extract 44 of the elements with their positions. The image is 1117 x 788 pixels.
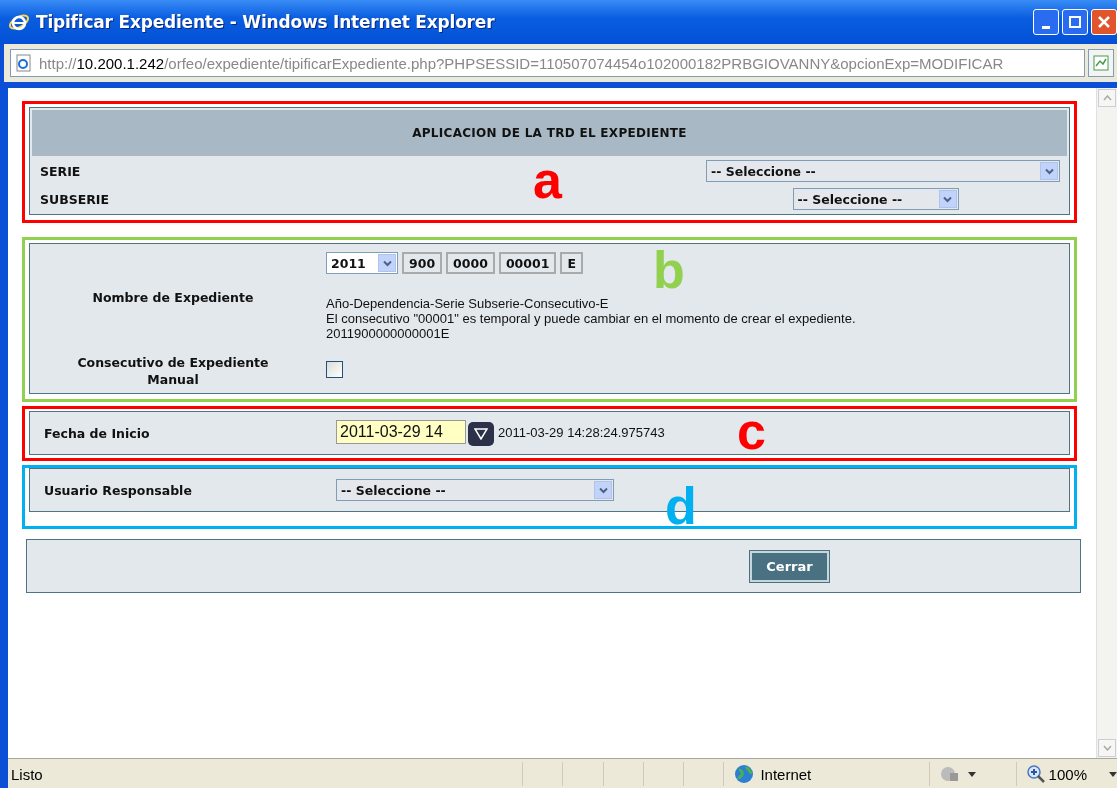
caret-icon: [943, 195, 952, 203]
lock-icon: [940, 765, 961, 783]
select-dropdown[interactable]: -- Seleccione --: [792, 188, 959, 210]
code-field[interactable]: 0000: [446, 252, 495, 274]
scroll-down-icon[interactable]: [1098, 739, 1116, 757]
timestamp-text: 2011-03-29 14:28:24.975743: [498, 425, 665, 441]
maximize-button[interactable]: [1062, 9, 1088, 35]
select-dropdown[interactable]: -- Seleccione --: [706, 160, 1060, 182]
year-select[interactable]: 2011: [326, 252, 398, 274]
caret-icon: [1044, 167, 1054, 175]
dropdown-arrow-icon: [968, 771, 977, 777]
expediente-code: 2011900000000001E: [326, 326, 451, 341]
close-icon: [1098, 16, 1110, 28]
code-field[interactable]: 900: [402, 252, 443, 274]
format-hint: Año-Dependencia-Serie Subserie-Consecutivo-E: [326, 296, 610, 311]
maximize-icon: [1069, 16, 1081, 28]
dropdown-arrow-icon: [1109, 771, 1117, 777]
window-title: Tipificar Expediente - Windows Internet Explorer: [36, 12, 496, 32]
annotation-letter: c: [737, 405, 766, 457]
close-button[interactable]: [1091, 9, 1117, 35]
caret-icon: [382, 259, 392, 267]
code-field[interactable]: 00001: [498, 252, 557, 274]
section-heading: APLICACION DE LA TRD EL EXPEDIENTE: [32, 110, 1067, 156]
annotation-letter: b: [653, 244, 685, 296]
date-field[interactable]: 2011-03-29 14: [336, 420, 466, 445]
triangle-icon: [474, 427, 488, 440]
address-field[interactable]: http://10.200.1.242/orfeo/expediente/tipificarExpediente.php?PHPSESSID=110507074454o102000182PRBGIOVANNY&opcionExp=MODIFICAR: [10, 49, 1085, 77]
user-select[interactable]: -- Seleccione --: [336, 479, 614, 501]
status-text: Listo: [10, 765, 44, 783]
calendar-button[interactable]: [468, 421, 494, 446]
browser-logo-icon: [8, 11, 30, 33]
zoom-icon: [1026, 765, 1045, 783]
code-field[interactable]: E: [560, 252, 583, 274]
globe-icon: [734, 764, 755, 784]
manual-checkbox[interactable]: [326, 361, 343, 378]
page-icon: [15, 54, 33, 72]
minimize-button[interactable]: [1033, 9, 1059, 35]
zone-text: Internet: [760, 765, 812, 783]
zoom-button[interactable]: 100%: [1015, 762, 1117, 786]
minimize-icon: [1042, 25, 1050, 29]
caret-icon: [598, 486, 608, 494]
scroll-up-icon[interactable]: [1098, 89, 1116, 107]
close-button[interactable]: Cerrar: [750, 550, 829, 582]
note-text: El consecutivo "00001" es temporal y puede cambiar en el momento de crear el expediente.: [326, 311, 857, 326]
